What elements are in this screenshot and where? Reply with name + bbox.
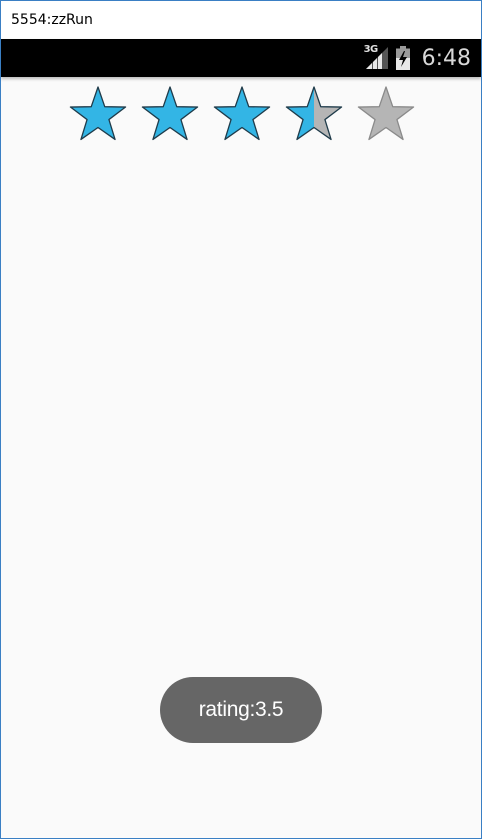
rating-bar[interactable] — [62, 83, 422, 145]
star-icon[interactable] — [206, 83, 278, 145]
title-bar[interactable]: 5554:zzRun — [1, 1, 481, 39]
window-title: 5554:zzRun — [11, 12, 93, 28]
battery-charging-icon — [395, 46, 410, 70]
emulator-window: 5554:zzRun 3G 6:48 rating:3.5 — [0, 0, 482, 839]
toast-text: rating:3.5 — [198, 698, 284, 721]
star-icon[interactable] — [62, 83, 134, 145]
star-icon[interactable] — [350, 83, 422, 145]
star-icon[interactable] — [134, 83, 206, 145]
signal-bars-icon — [365, 47, 388, 69]
toast-message: rating:3.5 — [160, 677, 322, 743]
status-clock: 6:48 — [421, 45, 471, 71]
android-status-bar[interactable]: 3G 6:48 — [1, 39, 481, 77]
signal-icon: 3G — [364, 44, 388, 71]
star-icon[interactable] — [278, 83, 350, 145]
status-icons: 3G 6:48 — [364, 39, 471, 77]
